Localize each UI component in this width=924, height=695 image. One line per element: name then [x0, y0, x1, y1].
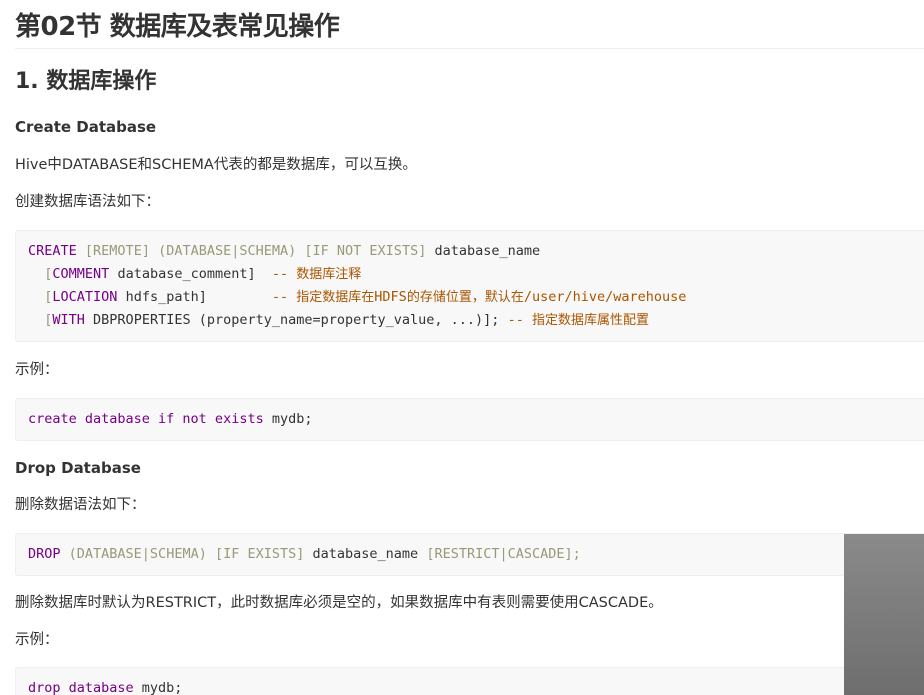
paragraph-create-syntax-intro: 创建数据库语法如下：: [15, 194, 160, 210]
example-label-create: 示例：: [15, 362, 59, 378]
paragraph-drop-syntax-intro: 删除数据语法如下：: [15, 497, 146, 513]
section-heading-database-ops: 1. 数据库操作: [15, 69, 157, 94]
paragraph-hive-database-schema: Hive中DATABASE和SCHEMA代表的都是数据库，可以互换。: [15, 157, 417, 173]
code-line-3: [LOCATION hdfs_path] -- 指定数据库在HDFS的存储位置，…: [44, 289, 687, 305]
subheading-drop-database: Drop Database: [15, 459, 141, 477]
code-block-create-database: CREATE [REMOTE] (DATABASE|SCHEMA) [IF NO…: [15, 230, 924, 342]
code-block-drop-example: drop database mydb;: [15, 667, 924, 695]
video-overlay-panel: [844, 534, 924, 695]
page: 第02节 数据库及表常见操作 1. 数据库操作 Create Database …: [0, 0, 924, 695]
document-content: 第02节 数据库及表常见操作 1. 数据库操作 Create Database …: [15, 0, 924, 695]
code-line-2: [COMMENT database_comment] -- 数据库注释: [44, 266, 362, 282]
example-label-drop: 示例：: [15, 632, 59, 648]
code-block-drop-database: DROP (DATABASE|SCHEMA) [IF EXISTS] datab…: [15, 533, 924, 576]
paragraph-drop-restrict-note: 删除数据库时默认为RESTRICT，此时数据库必须是空的，如果数据库中有表则需要…: [15, 595, 663, 611]
code-block-create-example: create database if not exists mydb;: [15, 398, 924, 441]
code-line-1: CREATE [REMOTE] (DATABASE|SCHEMA) [IF NO…: [28, 243, 541, 259]
page-title: 第02节 数据库及表常见操作: [15, 0, 924, 49]
code-line-4: [WITH DBPROPERTIES (property_name=proper…: [44, 312, 649, 328]
subheading-create-database: Create Database: [15, 118, 157, 136]
